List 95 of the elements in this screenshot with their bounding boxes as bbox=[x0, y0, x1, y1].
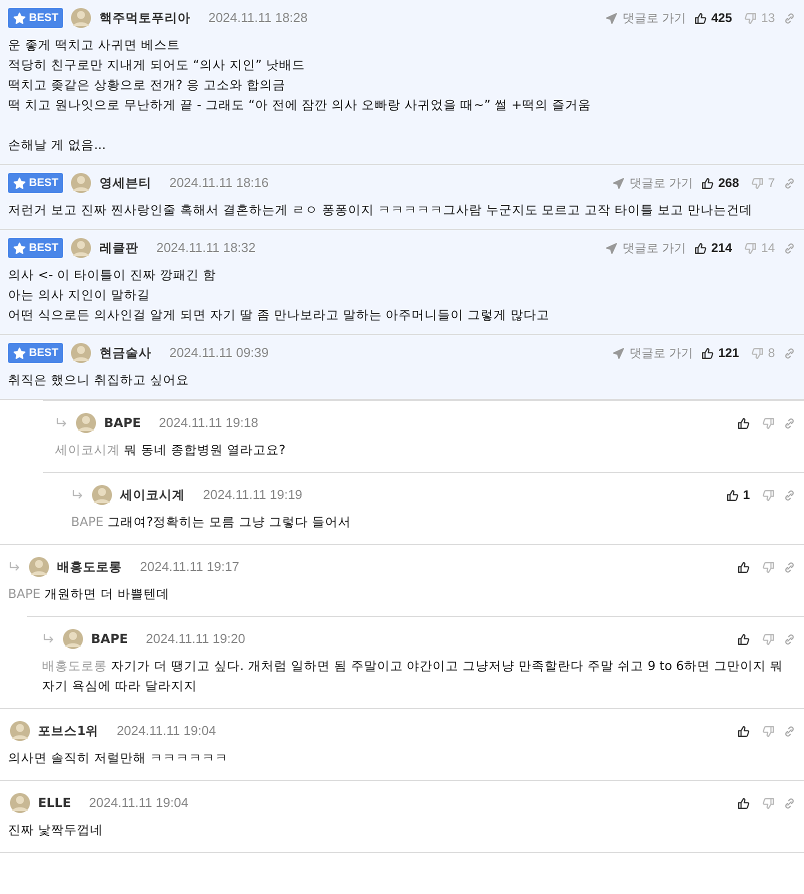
link-icon[interactable] bbox=[783, 416, 796, 430]
link-icon[interactable] bbox=[783, 796, 796, 810]
thumbs-up-icon[interactable] bbox=[694, 242, 708, 254]
send-icon bbox=[605, 242, 618, 254]
avatar bbox=[69, 236, 94, 260]
send-icon bbox=[612, 176, 626, 190]
like-count: 1 bbox=[743, 486, 750, 504]
dislike-count: 13 bbox=[761, 10, 775, 27]
comment-date: 2024.11.11 19:19 bbox=[203, 486, 302, 504]
thumbs-down-icon[interactable] bbox=[744, 242, 758, 254]
thumbs-up-icon[interactable] bbox=[737, 416, 750, 430]
thumbs-up-icon[interactable] bbox=[737, 632, 750, 646]
link-icon[interactable] bbox=[783, 176, 796, 190]
link-icon[interactable] bbox=[783, 346, 796, 360]
star-icon bbox=[13, 12, 26, 24]
thumbs-down-icon[interactable] bbox=[751, 176, 764, 190]
star-icon bbox=[13, 176, 26, 190]
best-badge: BEST bbox=[8, 8, 64, 28]
comment-text: 진짜 낯짝두껍네 bbox=[8, 821, 104, 839]
reply-arrow-icon bbox=[71, 488, 84, 502]
author-name[interactable]: 세이코시계 bbox=[120, 486, 185, 504]
comment-text: 운 좋게 떡치고 사귀면 베스트 적당히 친구로만 지내게 되어도 “의사 지인” 낫배드 떡치고 좆같은 상황으로 전개? 응 고소와 합의금 떡 치고 원나잇으로 무난하게 끝 - 그래도 “아 전에 잠깐 의사 오빠랑 사귀었을 때~” 썰 +떡의 즐거움 손해날 게 없음... bbox=[8, 36, 592, 154]
avatar bbox=[8, 791, 32, 815]
like-count: 121 bbox=[718, 344, 740, 362]
avatar bbox=[69, 341, 94, 365]
like-count: 268 bbox=[718, 174, 740, 192]
thumbs-up-icon[interactable] bbox=[701, 176, 714, 190]
like-count: 214 bbox=[711, 240, 732, 257]
avatar bbox=[90, 483, 114, 507]
comment-date: 2024.11.11 19:17 bbox=[140, 558, 240, 576]
reply-arrow-icon bbox=[42, 632, 55, 646]
thumbs-down-icon[interactable] bbox=[762, 416, 775, 430]
comment-text: 취직은 했으니 취집하고 싶어요 bbox=[8, 371, 190, 389]
avatar bbox=[61, 627, 85, 651]
thumbs-up-icon[interactable] bbox=[726, 488, 740, 502]
send-icon bbox=[612, 346, 626, 360]
thumbs-down-icon[interactable] bbox=[762, 488, 775, 502]
thumbs-down-icon[interactable] bbox=[751, 346, 764, 360]
reply-arrow-icon bbox=[8, 560, 21, 574]
link-icon[interactable] bbox=[783, 560, 796, 574]
dislike-count: 14 bbox=[761, 240, 775, 257]
comment-date: 2024.11.11 19:04 bbox=[116, 722, 216, 740]
comment-date: 2024.11.11 18:28 bbox=[208, 9, 308, 28]
comment-text: 세이코시계 뭐 동네 종합병원 열라고요? bbox=[55, 441, 287, 459]
avatar bbox=[69, 6, 94, 30]
thumbs-down-icon[interactable] bbox=[762, 796, 775, 810]
thumbs-up-icon[interactable] bbox=[701, 346, 714, 360]
thumbs-up-icon[interactable] bbox=[737, 560, 750, 574]
reply-arrow-icon bbox=[55, 416, 68, 430]
author-name[interactable]: 영세븐티 bbox=[99, 174, 152, 192]
link-icon[interactable] bbox=[783, 488, 796, 502]
comment-date: 2024.11.11 19:20 bbox=[146, 630, 246, 648]
link-icon[interactable] bbox=[783, 242, 796, 254]
thumbs-up-icon[interactable] bbox=[694, 12, 708, 24]
thumbs-down-icon[interactable] bbox=[762, 632, 775, 646]
thumbs-down-icon[interactable] bbox=[762, 560, 775, 574]
comment-text: 의사면 솔직히 저럴만해 ㅋㅋㅋㅋㅋㅋ bbox=[8, 749, 229, 767]
avatar bbox=[8, 719, 32, 743]
author-name[interactable]: BAPE bbox=[91, 630, 128, 648]
link-icon[interactable] bbox=[783, 632, 796, 646]
comment-text: 배홍도로롱 자기가 더 땡기고 싶다. 개처럼 일하면 됨 주말이고 야간이고 그냥저냥 만족할란다 주말 쉬고 9 to 6하면 그만이지 뭐 자기 욕심에 따라 달라지지 bbox=[42, 657, 784, 695]
link-icon[interactable] bbox=[783, 724, 796, 738]
author-name[interactable]: 현금술사 bbox=[99, 344, 152, 362]
best-badge: BEST bbox=[8, 172, 64, 194]
thumbs-up-icon[interactable] bbox=[737, 796, 750, 810]
link-icon[interactable] bbox=[783, 12, 796, 24]
comment-date: 2024.11.11 19:18 bbox=[158, 414, 258, 432]
comment-date: 2024.11.11 19:04 bbox=[89, 794, 188, 812]
dislike-count: 7 bbox=[768, 174, 775, 192]
author-name[interactable]: 배홍도로롱 bbox=[57, 558, 122, 576]
thumbs-up-icon[interactable] bbox=[737, 724, 750, 738]
comment-text: BAPE 그래여?정확히는 모름 그냥 그렇다 들어서 bbox=[71, 513, 352, 531]
comment-date: 2024.11.11 18:16 bbox=[169, 174, 269, 192]
best-badge: BEST bbox=[8, 238, 64, 258]
thumbs-down-icon[interactable] bbox=[744, 12, 758, 24]
author-name[interactable]: ELLE bbox=[38, 794, 72, 812]
comment-date: 2024.11.11 09:39 bbox=[169, 344, 269, 362]
star-icon bbox=[13, 346, 26, 360]
dislike-count: 8 bbox=[768, 344, 775, 362]
avatar bbox=[27, 555, 51, 579]
comment-date: 2024.11.11 18:32 bbox=[156, 239, 256, 258]
best-badge: BEST bbox=[8, 342, 64, 364]
comment-text: 의사 <- 이 타이틀이 진짜 깡패긴 함 아는 의사 지인이 말하길 어떤 식으로든 의사인걸 알게 되면 자기 딸 좀 만나보라고 말하는 아주머니들이 그렇게 많다고 bbox=[8, 266, 551, 324]
star-icon bbox=[13, 242, 26, 254]
avatar bbox=[69, 171, 94, 195]
send-icon bbox=[605, 12, 618, 24]
author-name[interactable]: 레클판 bbox=[99, 238, 138, 258]
comment-text: BAPE 개원하면 더 바쁠텐데 bbox=[8, 585, 170, 603]
author-name[interactable]: 포브스1위 bbox=[38, 722, 99, 740]
author-name[interactable]: 핵주먹토푸리아 bbox=[99, 8, 190, 28]
avatar bbox=[74, 411, 98, 435]
thumbs-down-icon[interactable] bbox=[762, 724, 775, 738]
comment-text: 저런거 보고 진짜 찐사랑인줄 혹해서 결혼하는게 ㄹㅇ 퐁퐁이지 ㅋㅋㅋㅋㅋ그사람 누군지도 모르고 고작 타이틀 보고 만나는건데 bbox=[8, 201, 754, 219]
like-count: 425 bbox=[711, 10, 732, 27]
author-name[interactable]: BAPE bbox=[104, 414, 141, 432]
